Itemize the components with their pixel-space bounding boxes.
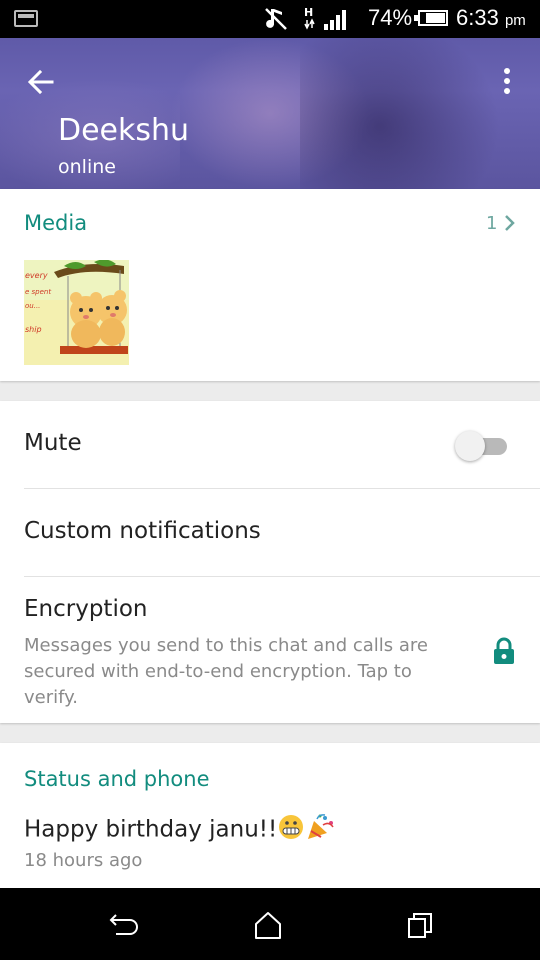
overflow-menu-button[interactable] xyxy=(494,64,520,100)
recents-icon xyxy=(408,913,432,938)
music-off-icon xyxy=(264,5,288,39)
custom-notifications-label[interactable]: Custom notifications xyxy=(24,518,261,544)
status-text: Happy birthday janu!! xyxy=(24,816,278,843)
status-and-phone-card: Status and phone Happy birthday janu!! 1… xyxy=(0,743,540,888)
status-section-title: Status and phone xyxy=(24,767,210,791)
mute-label[interactable]: Mute xyxy=(24,430,82,456)
nav-recents-button[interactable] xyxy=(400,908,440,942)
battery-percent: 74% xyxy=(368,5,413,30)
chat-settings-card: Mute Custom notifications Encryption Mes… xyxy=(0,401,540,723)
network-type-label: H xyxy=(304,6,313,19)
encryption-label[interactable]: Encryption xyxy=(24,596,147,622)
clock-ampm: pm xyxy=(504,12,526,29)
media-title[interactable]: Media xyxy=(24,211,87,235)
svg-text:every: every xyxy=(25,271,48,280)
more-vert-dot xyxy=(504,88,510,94)
clock-time: 6:33 xyxy=(456,5,499,30)
media-card: Media 1 every e spent ou... ship xyxy=(0,189,540,381)
svg-text:e spent: e spent xyxy=(25,288,51,296)
system-nav-bar xyxy=(0,888,540,960)
encryption-description[interactable]: Messages you send to this chat and calls… xyxy=(24,633,464,711)
more-vert-icon xyxy=(504,68,510,74)
back-button[interactable] xyxy=(22,62,62,102)
lock-icon[interactable] xyxy=(492,637,516,665)
nav-back-button[interactable] xyxy=(102,908,142,942)
status-timestamp: 18 hours ago xyxy=(24,850,143,871)
svg-text:ou...: ou... xyxy=(25,302,40,310)
signal-icon: H xyxy=(304,6,350,32)
party-popper-emoji-icon xyxy=(305,813,335,847)
contact-name: Deekshu xyxy=(58,113,190,148)
divider xyxy=(24,576,540,577)
media-thumbnail[interactable]: every e spent ou... ship xyxy=(24,260,129,365)
home-icon xyxy=(255,912,281,939)
battery-fill xyxy=(425,13,445,23)
back-arrow-icon xyxy=(27,69,54,95)
media-count[interactable]: 1 xyxy=(486,213,497,234)
nav-back-icon xyxy=(109,914,138,935)
status-bar: H 74% 6:33 pm xyxy=(0,0,540,38)
divider xyxy=(24,488,540,489)
notification-icon xyxy=(14,10,38,27)
grimacing-face-emoji-icon xyxy=(277,813,305,847)
nav-home-button[interactable] xyxy=(248,908,288,942)
mute-toggle[interactable] xyxy=(455,429,507,463)
contact-status: online xyxy=(58,156,116,178)
clock: 6:33 pm xyxy=(456,5,526,31)
contact-header: Deekshu online xyxy=(0,38,540,189)
chevron-right-icon[interactable] xyxy=(503,214,517,232)
teddy-bears-image: every e spent ou... ship xyxy=(24,260,129,365)
toggle-knob xyxy=(455,431,485,461)
battery-icon xyxy=(414,10,448,26)
svg-text:ship: ship xyxy=(25,325,42,334)
status-message: Happy birthday janu!! xyxy=(24,813,335,847)
profile-photo-shadow xyxy=(300,38,500,189)
more-vert-dot xyxy=(504,78,510,84)
